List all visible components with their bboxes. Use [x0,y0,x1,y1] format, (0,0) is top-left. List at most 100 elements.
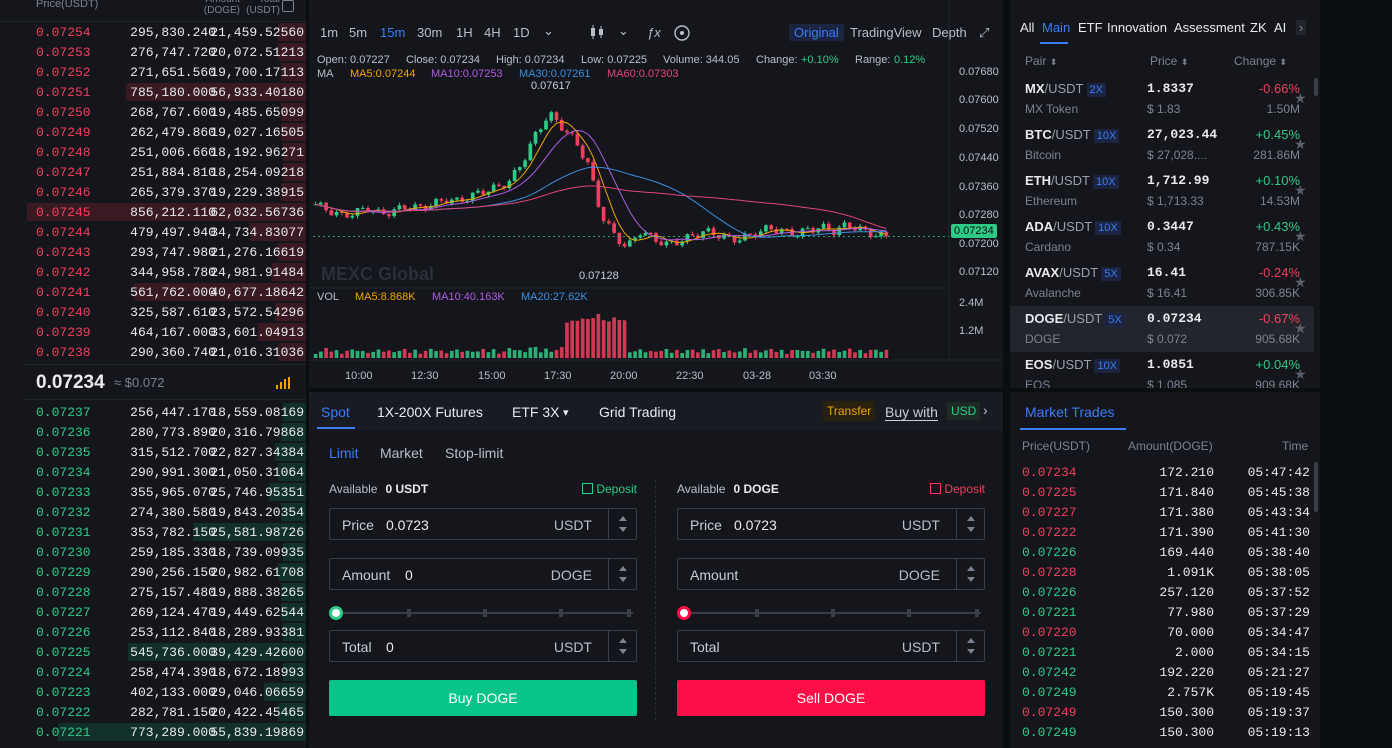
sell-amount-field[interactable]: Amount DOGE [677,558,985,590]
category-ai[interactable]: AI [1274,20,1286,35]
order-type-market[interactable]: Market [380,445,423,461]
ask-row[interactable]: 0.07254 295,830.240 21,459.52560 [0,22,306,42]
amount-stepper[interactable] [608,559,636,589]
bid-row[interactable]: 0.07225 545,736.000 39,429.42600 [0,642,306,662]
favorite-star-icon[interactable]: ★ [1294,182,1307,199]
total-stepper[interactable] [608,631,636,661]
market-list-scrollbar[interactable] [1314,78,1318,96]
price-stepper[interactable] [608,509,636,539]
order-type-stop-limit[interactable]: Stop-limit [445,445,503,461]
ask-row[interactable]: 0.07241 561,762.000 40,677.18642 [0,282,306,302]
bid-row[interactable]: 0.07227 269,124.470 19,449.62544 [0,602,306,622]
bid-row[interactable]: 0.07226 253,112.840 18,289.93381 [0,622,306,642]
ask-row[interactable]: 0.07246 265,379.370 19,229.38915 [0,182,306,202]
category-etf[interactable]: ETF [1078,20,1103,35]
tab-futures[interactable]: 1X-200X Futures [377,404,483,420]
order-type-limit[interactable]: Limit [329,445,359,461]
ask-row[interactable]: 0.07253 276,747.720 20,072.51213 [0,42,306,62]
bid-row[interactable]: 0.07237 256,447.170 18,559.08169 [0,402,306,422]
amount-value[interactable]: 0 [405,567,413,583]
total-stepper[interactable] [956,631,984,661]
bid-row[interactable]: 0.07233 355,965.070 25,746.95351 [0,482,306,502]
buy-amount-slider[interactable] [329,606,637,620]
market-row[interactable]: ETH/USDT 10X Ethereum 1,712.99 $ 1,713.33 +0.… [1010,168,1314,214]
sell-deposit-link[interactable]: Deposit [930,482,985,496]
price-column-header[interactable]: Price ⬍ [1150,54,1188,68]
bid-row[interactable]: 0.07221 773,289.000 55,839.19869 [0,722,306,742]
buy-button[interactable]: Buy DOGE [329,680,637,716]
sell-price-field[interactable]: Price 0.0723 USDT [677,508,985,540]
chevron-right-icon[interactable]: › [983,402,988,418]
tab-spot[interactable]: Spot [321,404,350,420]
ask-row[interactable]: 0.07242 344,958.780 24,981.91484 [0,262,306,282]
ask-row[interactable]: 0.07240 325,587.610 23,572.54296 [0,302,306,322]
favorite-star-icon[interactable]: ★ [1294,366,1307,383]
ask-row[interactable]: 0.07239 464,167.000 33,601.04913 [0,322,306,342]
ask-row[interactable]: 0.07247 251,884.810 18,254.09218 [0,162,306,182]
market-trades-title[interactable]: Market Trades [1025,404,1114,420]
market-row[interactable]: ADA/USDT 10X Cardano 0.3447 $ 0.34 +0.43% 787.… [1010,214,1314,260]
change-column-header[interactable]: Change ⬍ [1234,54,1287,68]
bid-row[interactable]: 0.07235 315,512.700 22,827.34384 [0,442,306,462]
buy-deposit-link[interactable]: Deposit [582,482,637,496]
tab-etf[interactable]: ETF 3X [512,404,559,420]
ask-row[interactable]: 0.07238 290,360.740 21,016.31036 [0,342,306,362]
ask-row[interactable]: 0.07245 856,212.110 62,032.56736 [0,202,306,222]
category-all[interactable]: All [1020,20,1034,35]
category-assessment[interactable]: Assessment [1174,20,1245,35]
chevron-right-icon[interactable]: › [1296,20,1307,35]
total-value[interactable]: 0 [386,639,394,655]
currency-select[interactable]: USD [947,402,981,420]
bid-row[interactable]: 0.07224 258,474.390 18,672.18993 [0,662,306,682]
ask-row[interactable]: 0.07250 268,767.600 19,485.65099 [0,102,306,122]
tab-grid-trading[interactable]: Grid Trading [599,404,676,420]
ask-row[interactable]: 0.07244 479,497.940 34,734.83077 [0,222,306,242]
slider-handle[interactable] [677,606,691,620]
market-row[interactable]: MX/USDT 2X MX Token 1.8337 $ 1.83 -0.66% 1.50M… [1010,76,1314,122]
ask-row[interactable]: 0.07249 262,479.860 19,027.16505 [0,122,306,142]
sell-amount-slider[interactable] [677,606,985,620]
bid-row[interactable]: 0.07229 290,256.150 20,982.61708 [0,562,306,582]
bid-row[interactable]: 0.07230 259,185.330 18,739.09935 [0,542,306,562]
trades-scrollbar[interactable] [1314,462,1318,512]
bid-row[interactable]: 0.07222 282,781.150 20,422.45465 [0,702,306,722]
price-stepper[interactable] [956,509,984,539]
buy-with-link[interactable]: Buy with [885,404,938,421]
bid-row[interactable]: 0.07223 402,133.000 29,046.06659 [0,682,306,702]
buy-price-field[interactable]: Price 0.0723 USDT [329,508,637,540]
market-row[interactable]: DOGE/USDT 5X DOGE 0.07234 $ 0.072 -0.67% 905.6… [1010,306,1314,352]
pair-column-header[interactable]: Pair ⬍ [1025,54,1057,68]
sell-button[interactable]: Sell DOGE [677,680,985,716]
bid-row[interactable]: 0.07236 280,773.890 20,316.79868 [0,422,306,442]
market-row[interactable]: AVAX/USDT 5X Avalanche 16.41 $ 16.41 -0.24% 30… [1010,260,1314,306]
ask-row[interactable]: 0.07252 271,651.560 19,700.17113 [0,62,306,82]
bid-row[interactable]: 0.07234 290,991.300 21,050.31064 [0,462,306,482]
market-row[interactable]: BTC/USDT 10X Bitcoin 27,023.44 $ 27,028.... +… [1010,122,1314,168]
market-row[interactable]: EOS/USDT 10X EOS 1.0851 $ 1.085 +0.04% 909.68K… [1010,352,1314,388]
buy-total-field[interactable]: Total 0 USDT [329,630,637,662]
price-value[interactable]: 0.0723 [734,517,777,533]
category-innovation[interactable]: Innovation [1107,20,1167,35]
transfer-button[interactable]: Transfer [823,401,876,421]
favorite-star-icon[interactable]: ★ [1294,274,1307,291]
bid-row[interactable]: 0.07231 353,782.150 25,581.98726 [0,522,306,542]
ask-row[interactable]: 0.07248 251,006.660 18,192.96271 [0,142,306,162]
favorite-star-icon[interactable]: ★ [1294,228,1307,245]
price-value[interactable]: 0.0723 [386,517,429,533]
favorite-star-icon[interactable]: ★ [1294,90,1307,107]
price-chart[interactable]: 1m 5m 15m 30m 1H 4H 1D ⌄ ⌄ ƒx Original T… [309,0,1003,388]
amount-stepper[interactable] [956,559,984,589]
bid-row[interactable]: 0.07232 274,380.580 19,843.20354 [0,502,306,522]
slider-handle[interactable] [329,606,343,620]
bid-row[interactable]: 0.07228 275,157.480 19,888.38265 [0,582,306,602]
chevron-down-icon[interactable]: ▾ [563,406,569,419]
category-zk[interactable]: ZK [1250,20,1267,35]
sell-total-field[interactable]: Total USDT [677,630,985,662]
favorite-star-icon[interactable]: ★ [1294,136,1307,153]
buy-amount-field[interactable]: Amount 0 DOGE [329,558,637,590]
favorite-star-icon[interactable]: ★ [1294,320,1307,337]
list-settings-icon[interactable] [282,0,294,12]
ask-row[interactable]: 0.07243 293,747.980 21,276.16619 [0,242,306,262]
category-main[interactable]: Main [1042,20,1070,35]
ask-row[interactable]: 0.07251 785,180.000 56,933.40180 [0,82,306,102]
